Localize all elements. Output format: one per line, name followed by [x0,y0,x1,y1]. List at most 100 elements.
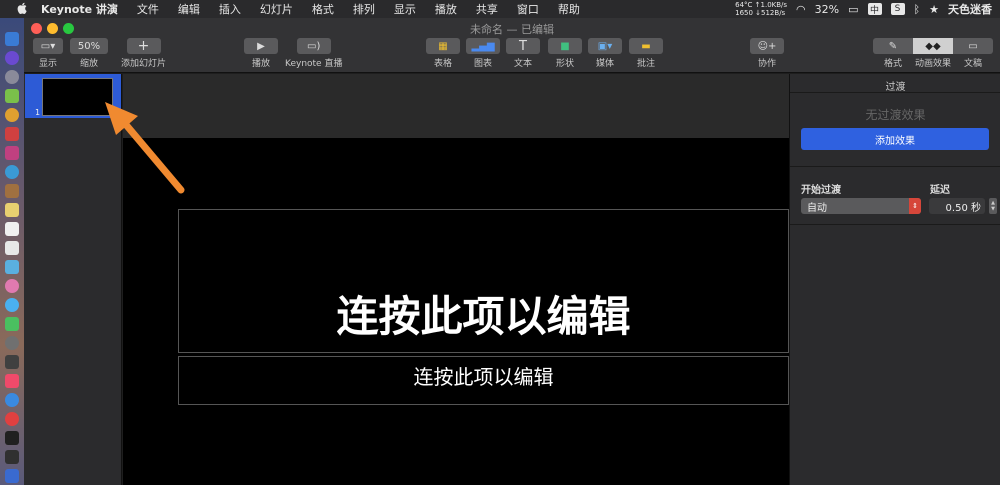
table-button[interactable]: ▦ 表格 [426,38,460,69]
menu-view[interactable]: 显示 [394,1,416,17]
view-label: 显示 [38,59,57,69]
paintbrush-icon: ✎ [873,38,913,54]
android-icon[interactable] [5,89,19,103]
document-button[interactable]: ▭ 文稿 [953,38,993,69]
slide-canvas[interactable]: 连按此项以编辑 连按此项以编辑 [123,138,789,485]
bluetooth-icon[interactable]: ᛒ [914,3,921,16]
divider [790,92,1000,93]
menu-keynote[interactable]: Keynote 讲演 [41,1,118,17]
finder-icon[interactable] [5,32,19,46]
add-effect-button[interactable]: 添加效果 [801,128,989,150]
media-label: 媒体 [595,59,614,69]
menu-play[interactable]: 播放 [435,1,457,17]
body-placeholder-text: 连按此项以编辑 [413,365,554,389]
menu-window[interactable]: 窗口 [517,1,539,17]
add-slide-button[interactable]: + 添加幻灯片 [121,38,166,69]
animate-label: 动画效果 [914,59,951,69]
input-method-icon[interactable]: 中 [867,3,882,16]
play-label: 播放 [251,59,270,69]
no-transition-text: 无过渡效果 [865,108,926,122]
comment-button[interactable]: ▬ 批注 [629,38,663,69]
menu-arrange[interactable]: 排列 [353,1,375,17]
photos-icon[interactable] [5,260,19,274]
play-button[interactable]: ▶ 播放 [244,38,278,69]
comment-label: 批注 [636,59,655,69]
menu-share[interactable]: 共享 [476,1,498,17]
slide-thumbnail[interactable] [42,78,113,116]
apple-icon[interactable] [15,2,29,17]
delay-input[interactable]: 0.50 秒 [929,198,985,214]
delay-stepper[interactable]: ▲ ▼ [989,198,997,214]
menu-file[interactable]: 文件 [137,1,159,17]
animate-button[interactable]: ◆◆ 动画效果 [913,38,953,69]
chart-button[interactable]: ▂▄▆ 图表 [466,38,500,69]
app-pink-icon[interactable] [5,146,19,160]
media-icon: ▣▾ [588,38,622,54]
chrome-icon[interactable] [5,108,19,122]
vpn-icon[interactable] [5,469,19,483]
broadcast-icon: ▭) [296,38,331,54]
title-placeholder-text: 连按此项以编辑 [336,292,631,341]
shape-label: 形状 [555,59,574,69]
view-button[interactable]: ▭▾ 显示 [33,38,63,69]
collaborate-label: 协作 [757,59,776,69]
safari-icon[interactable] [5,165,19,179]
collaborate-button[interactable]: ☺+ 协作 [750,38,784,69]
battery-icon[interactable]: ▭ [848,3,858,16]
keynote-live-button[interactable]: ▭) Keynote 直播 [285,38,342,69]
system-icon[interactable] [5,336,19,350]
format-button[interactable]: ✎ 格式 [873,38,913,69]
comment-icon: ▬ [629,38,663,54]
wifi-icon[interactable]: ◠ [796,3,806,16]
toolbar: 未命名 — 已编辑 ▭▾ 显示 50% 缩放 + 添加幻灯片 ▶ 播放 ▭) K… [24,18,1000,73]
star-icon[interactable]: ★ [929,3,939,16]
app-dark-icon[interactable] [5,355,19,369]
add-slide-label: 添加幻灯片 [121,59,167,69]
notes-icon[interactable] [5,203,19,217]
music-icon[interactable] [5,374,19,388]
start-transition-value: 自动 [807,202,827,214]
vivaldi-icon[interactable] [5,412,19,426]
start-transition-select[interactable]: 自动 ⇕ [801,198,921,214]
photos-flower-icon[interactable] [5,279,19,293]
sogou-icon[interactable]: S [890,3,905,15]
chevron-updown-icon: ⇕ [909,198,921,214]
battery-percent[interactable]: 32% [815,3,839,16]
reminders-icon[interactable] [5,241,19,255]
document-icon: ▭ [953,38,993,54]
zoom-menu[interactable]: 50% 缩放 [70,38,108,69]
animation-inspector: 过渡 无过渡效果 添加效果 开始过渡 延迟 自动 ⇕ 0.50 秒 ▲ ▼ [789,74,1000,485]
title-placeholder[interactable]: 连按此项以编辑 [178,209,789,353]
format-label: 格式 [883,59,902,69]
terminal-icon[interactable] [5,431,19,445]
siri-icon[interactable] [5,51,19,65]
media-button[interactable]: ▣▾ 媒体 [588,38,622,69]
calendar-icon[interactable] [5,222,19,236]
facetime-icon[interactable] [5,317,19,331]
body-placeholder[interactable]: 连按此项以编辑 [178,356,789,405]
delay-label: 延迟 [930,185,950,196]
animate-icon: ◆◆ [913,38,953,54]
launchpad-icon[interactable] [5,70,19,84]
plus-icon: + [126,38,161,54]
sidebar-icon: ▭▾ [33,38,63,54]
menu-insert[interactable]: 插入 [219,1,241,17]
menu-help[interactable]: 帮助 [558,1,580,17]
shape-button[interactable]: ■ 形状 [548,38,582,69]
text-icon: T [506,38,540,54]
app-red-icon[interactable] [5,127,19,141]
app-store-icon[interactable] [5,393,19,407]
slide-canvas-area: 连按此项以编辑 连按此项以编辑 [123,74,789,485]
dock [0,18,24,485]
menu-format[interactable]: 格式 [312,1,334,17]
user-name[interactable]: 天色迷香 [948,1,992,17]
menu-edit[interactable]: 编辑 [178,1,200,17]
slide-thumbnail-selected[interactable]: 1 [25,74,121,118]
activity-monitor-icon[interactable] [5,450,19,464]
text-button[interactable]: T 文本 [506,38,540,69]
menu-slide[interactable]: 幻灯片 [260,1,293,17]
messages-icon[interactable] [5,298,19,312]
app-brown-icon[interactable] [5,184,19,198]
play-icon: ▶ [244,38,278,54]
network-monitor[interactable]: 64°C ↑1.0KB/s 1650 ↓512B/s [735,1,787,17]
